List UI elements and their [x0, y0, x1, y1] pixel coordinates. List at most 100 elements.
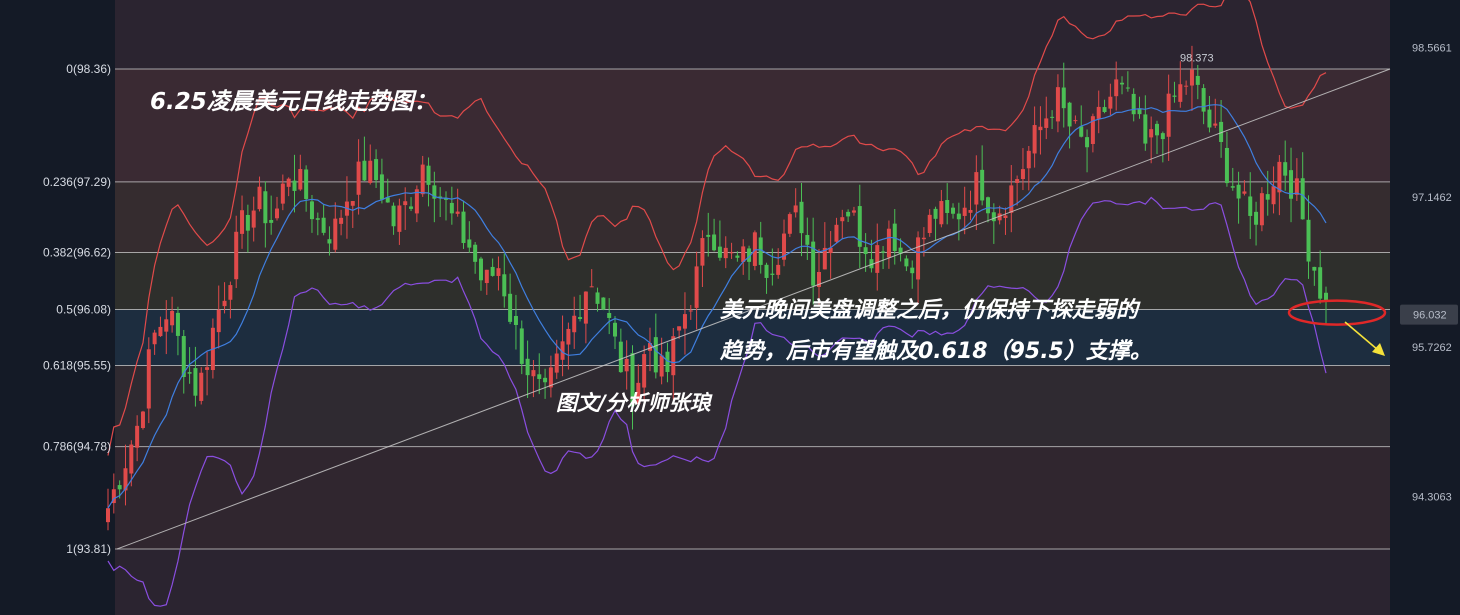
candle-body [653, 337, 658, 373]
candle-body [939, 201, 944, 225]
candle-body [1015, 179, 1020, 183]
candle-body [671, 336, 676, 376]
candle-body [1172, 95, 1177, 97]
candle-body [228, 285, 233, 300]
price-tick-label: 98.5661 [1412, 42, 1452, 54]
candle-body [543, 377, 548, 383]
fib-label: 0.382(96.62) [43, 246, 111, 260]
chart: 0(98.36) 0.236(97.29) 0.382(96.62) 0.5(96.0… [0, 0, 1460, 615]
candle-body [583, 291, 588, 324]
candle-body [980, 169, 985, 201]
candle-body [350, 201, 355, 206]
candlestick-chart: 0(98.36) 0.236(97.29) 0.382(96.62) 0.5(96.0… [43, 0, 1460, 615]
candle-body [508, 293, 513, 322]
candle-body [146, 349, 151, 409]
candle-body [921, 237, 926, 240]
candle-body [1277, 161, 1282, 193]
candle-body [158, 326, 163, 337]
candle-body [1271, 186, 1276, 205]
candle-body [257, 186, 262, 210]
peak-label: 98.373 [1180, 53, 1214, 65]
candle-body [368, 160, 373, 183]
candle-body [519, 328, 524, 364]
fib-label: 0.5(96.08) [56, 303, 111, 317]
candle-body [875, 245, 880, 273]
candle-body [834, 224, 839, 242]
candle-body [776, 264, 781, 275]
candle-body [840, 217, 845, 222]
candle-body [910, 267, 915, 274]
candle-body [770, 273, 775, 275]
candle-body [572, 315, 577, 333]
candle-body [1026, 150, 1031, 169]
candle-body [962, 207, 967, 216]
candle-body [723, 247, 728, 259]
fib-level-labels: 0(98.36) 0.236(97.29) 0.382(96.62) 0.5(96.0… [43, 62, 111, 556]
candle-body [968, 209, 973, 213]
candle-body [461, 211, 466, 244]
candle-body [379, 174, 384, 200]
candle-body [554, 353, 559, 373]
candle-body [1143, 114, 1148, 144]
candle-body [403, 201, 408, 206]
candle-body [525, 358, 530, 376]
candle-body [1032, 125, 1037, 154]
candle-body [397, 205, 402, 232]
candle-body [240, 210, 245, 234]
candle-body [187, 372, 192, 374]
candle-body [729, 252, 734, 254]
candle-body [951, 207, 956, 214]
fib-zone [115, 446, 1390, 549]
candle-body [1149, 129, 1154, 138]
candle-body [426, 165, 431, 185]
fib-zone [115, 365, 1390, 447]
candle-body [170, 310, 175, 326]
candle-body [362, 160, 367, 181]
current-price-label: 96.032 [1413, 310, 1447, 322]
candle-body [409, 206, 414, 209]
candle-body [292, 180, 297, 191]
candle-body [1009, 185, 1014, 213]
candle-body [851, 210, 856, 213]
candle-body [1108, 96, 1113, 109]
candle-body [117, 485, 122, 490]
candle-body [502, 274, 507, 297]
candle-body [164, 319, 169, 332]
candle-body [222, 300, 227, 307]
candle-body [985, 197, 990, 214]
candle-body [1265, 194, 1270, 200]
candle-body [1160, 133, 1165, 140]
candle-body [205, 367, 210, 370]
candle-body [717, 246, 722, 258]
candle-body [787, 214, 792, 234]
candle-body [1020, 169, 1025, 180]
candle-body [886, 228, 891, 258]
candle-body [595, 292, 600, 304]
candle-body [1201, 88, 1206, 112]
candle-body [706, 234, 711, 237]
candle-body [1189, 69, 1194, 86]
chart-title: 6.25凌晨美元日线走势图： [150, 89, 437, 115]
candle-body [793, 205, 798, 213]
candle-body [106, 508, 110, 523]
candle-body [624, 358, 629, 372]
candle-body [881, 251, 886, 253]
fib-label: 0.786(94.78) [43, 440, 111, 454]
candle-body [688, 310, 693, 312]
candle-body [1306, 219, 1311, 262]
candle-body [1259, 193, 1264, 226]
fib-label: 0.618(95.55) [43, 358, 111, 372]
candle-body [537, 374, 542, 379]
candle-body [1085, 137, 1090, 148]
candle-body [752, 232, 757, 266]
candle-body [280, 183, 285, 204]
candle-body [589, 286, 594, 288]
candle-body [1131, 93, 1136, 115]
candle-body [1283, 162, 1288, 176]
candle-body [140, 411, 145, 428]
candle-body [1079, 126, 1084, 137]
price-tick-label: 94.3063 [1412, 492, 1452, 504]
candle-body [991, 212, 996, 222]
candle-body [956, 213, 961, 220]
candle-body [1184, 85, 1189, 87]
